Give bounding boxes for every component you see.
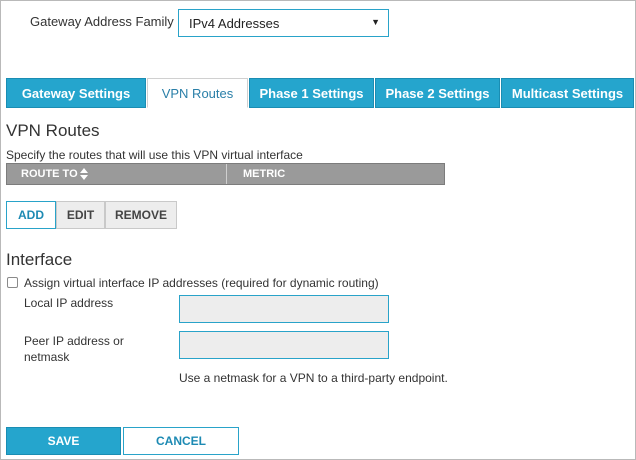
peer-ip-label: Peer IP address or netmask [24,334,124,364]
netmask-hint: Use a netmask for a VPN to a third-party… [179,371,448,385]
tab-phase-1-settings[interactable]: Phase 1 Settings [249,78,374,108]
column-metric[interactable]: METRIC [243,164,285,184]
vpn-routes-description: Specify the routes that will use this VP… [6,148,303,162]
edit-button[interactable]: EDIT [56,201,105,229]
add-button[interactable]: ADD [6,201,56,229]
save-button[interactable]: SAVE [6,427,121,455]
local-ip-label: Local IP address [24,296,114,310]
gateway-address-family-label: Gateway Address Family [30,14,174,29]
gateway-address-family-value: IPv4 Addresses [189,16,280,31]
peer-ip-input[interactable] [179,331,389,359]
column-route-to[interactable]: ROUTE TO [21,164,88,184]
tab-multicast-settings[interactable]: Multicast Settings [501,78,634,108]
routes-table-header: ROUTE TO METRIC [6,163,445,185]
column-divider [226,164,227,184]
tab-gateway-settings[interactable]: Gateway Settings [6,78,146,108]
tab-phase-2-settings[interactable]: Phase 2 Settings [375,78,500,108]
assign-ip-checkbox[interactable] [7,277,18,288]
sort-icon[interactable] [79,168,88,181]
cancel-button[interactable]: CANCEL [123,427,239,455]
gateway-address-family-select[interactable]: IPv4 Addresses ▼ [178,9,389,37]
tab-vpn-routes[interactable]: VPN Routes [147,78,248,108]
remove-button[interactable]: REMOVE [105,201,177,229]
column-route-to-label: ROUTE TO [21,168,78,180]
assign-ip-checkbox-label: Assign virtual interface IP addresses (r… [24,276,379,290]
page-frame [0,0,636,460]
local-ip-input[interactable] [179,295,389,323]
caret-down-icon: ▼ [371,17,380,27]
interface-heading: Interface [6,250,73,269]
vpn-routes-heading: VPN Routes [6,121,100,140]
